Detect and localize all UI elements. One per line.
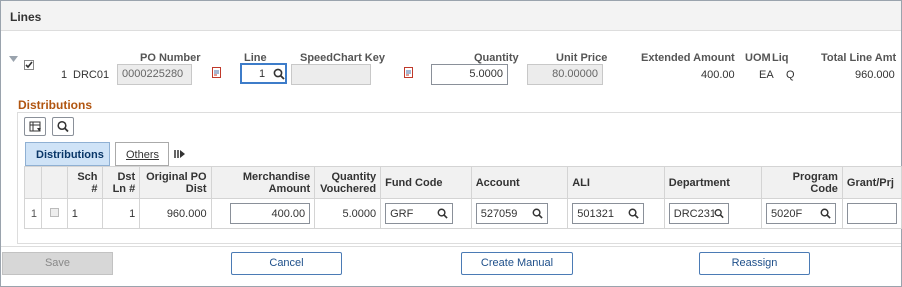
quantity-label: Quantity [474, 52, 519, 64]
liq-value: Q [786, 69, 795, 81]
uom-label: UOM [745, 52, 771, 64]
department-field[interactable]: DRC2310 [668, 203, 729, 224]
speedchart-label: SpeedChart Key [300, 52, 385, 64]
cancel-button[interactable]: Cancel [231, 252, 342, 275]
qty-vouchered-cell: 5.0000 [314, 198, 382, 229]
col-grant-prj: Grant/Prj [841, 166, 902, 199]
account-value: 527059 [480, 207, 518, 220]
col-fund-code: Fund Code [380, 166, 472, 199]
extended-amount-label: Extended Amount [641, 52, 735, 64]
total-line-amt-value: 960.000 [855, 69, 895, 81]
merch-amt-cell: 400.00 [210, 198, 316, 229]
grant-prj-cell [841, 198, 902, 229]
col-qty-vouchered: Quantity Vouchered [314, 166, 382, 199]
ali-value: 501321 [577, 207, 614, 220]
program-code-field[interactable]: 5020F [765, 203, 836, 224]
grid-search-button[interactable] [52, 117, 74, 136]
program-code-cell: 5020F [760, 198, 843, 229]
grant-prj-field[interactable] [846, 203, 897, 224]
dst-ln-cell: 1 [101, 198, 141, 229]
document-icon[interactable] [212, 67, 221, 78]
distributions-title: Distributions [18, 98, 92, 112]
liq-label: Liq [772, 52, 789, 64]
business-unit: DRC01 [73, 69, 110, 81]
tab-distributions[interactable]: Distributions [25, 142, 110, 166]
search-icon [57, 120, 69, 133]
search-icon[interactable] [273, 68, 285, 80]
search-icon[interactable] [437, 208, 448, 219]
sch-cell: 1 [66, 198, 103, 229]
col-row-num [24, 166, 42, 199]
fund-code-value: GRF [390, 207, 414, 220]
col-department: Department [663, 166, 762, 199]
line-row-number: 1 [61, 69, 68, 81]
section-title: Lines [10, 10, 42, 24]
distributions-table: Sch # Dst Ln # Original PO Dist Merchand… [24, 166, 902, 229]
col-ali: ALI [567, 166, 665, 199]
merch-amt-value: 400.00 [271, 207, 306, 220]
unit-price-label: Unit Price [556, 52, 608, 64]
row-number: 1 [24, 198, 42, 229]
quantity-field[interactable]: 5.0000 [431, 64, 508, 85]
speedchart-field [291, 64, 371, 85]
search-icon[interactable] [628, 208, 639, 219]
program-code-value: 5020F [770, 207, 803, 220]
col-orig-po-dist: Original PO Dist [139, 166, 212, 199]
department-value: DRC2310 [673, 207, 714, 220]
col-dst-ln: Dst Ln # [101, 166, 141, 199]
account-cell: 527059 [470, 198, 569, 229]
unit-price-field: 80.00000 [527, 64, 603, 85]
row-select-cell [40, 198, 68, 229]
search-icon[interactable] [820, 208, 831, 219]
document-icon[interactable] [404, 67, 413, 78]
ali-cell: 501321 [567, 198, 665, 229]
col-program-code: Program Code [760, 166, 843, 199]
col-merch-amt: Merchandise Amount [210, 166, 316, 199]
create-manual-button[interactable]: Create Manual [461, 252, 573, 275]
triangle-down-icon[interactable] [9, 56, 18, 62]
orig-po-dist-cell: 960.000 [139, 198, 212, 229]
fund-code-field[interactable]: GRF [385, 203, 454, 224]
save-button[interactable]: Save [2, 252, 113, 275]
col-select [40, 166, 68, 199]
show-next-tabs-icon[interactable] [174, 149, 186, 159]
line-field-value: 1 [259, 68, 266, 80]
department-cell: DRC2310 [663, 198, 762, 229]
grid-personalize-button[interactable] [24, 117, 46, 136]
section-header: Lines [1, 1, 901, 31]
merch-amt-field[interactable]: 400.00 [230, 203, 311, 224]
ali-field[interactable]: 501321 [572, 203, 645, 224]
po-number-field: 0000225280 [117, 64, 192, 85]
line-field[interactable]: 1 [240, 63, 287, 84]
col-account: Account [470, 166, 569, 199]
table-row: 1 1 1 960.000 400.00 5.0000 GRF 527059 5… [24, 198, 902, 229]
row-select-checkbox[interactable] [49, 207, 59, 217]
po-number-label: PO Number [140, 52, 201, 64]
extended-amount-value: 400.00 [701, 69, 735, 81]
col-sch: Sch # [66, 166, 103, 199]
account-field[interactable]: 527059 [475, 203, 548, 224]
line-select-checkbox[interactable] [24, 60, 34, 70]
footer-divider [1, 246, 901, 247]
search-icon[interactable] [714, 208, 724, 219]
reassign-button[interactable]: Reassign [699, 252, 810, 275]
fund-code-cell: GRF [380, 198, 472, 229]
total-line-amt-label: Total Line Amt [821, 52, 897, 64]
uom-value: EA [759, 69, 774, 81]
tab-others[interactable]: Others [115, 142, 169, 166]
grid-personalize-icon [29, 121, 41, 132]
search-icon[interactable] [532, 208, 543, 219]
